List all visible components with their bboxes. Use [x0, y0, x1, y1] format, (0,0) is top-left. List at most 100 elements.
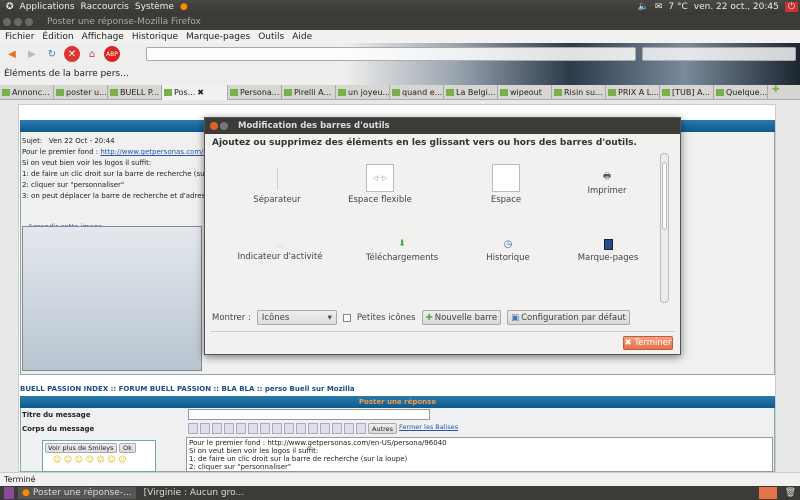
- palette-item-space[interactable]: Espace: [451, 164, 561, 205]
- menu-edit[interactable]: Édition: [42, 32, 73, 42]
- menu-file[interactable]: Fichier: [5, 32, 34, 42]
- close-tab-icon[interactable]: ✖: [197, 88, 204, 97]
- smiley-icons[interactable]: ☺ ☺ ☺ ☺ ☺ ☺ ☺: [53, 455, 155, 464]
- smileys-select[interactable]: Voir plus de Smileys: [45, 443, 117, 453]
- close-window-button[interactable]: [3, 18, 11, 26]
- tab[interactable]: Persona...: [228, 85, 282, 100]
- small-icons-checkbox[interactable]: [342, 313, 351, 322]
- flexible-space-icon: ◁··▷: [366, 164, 394, 192]
- post-link[interactable]: http://www.getpersonas.com/en-US/persona…: [100, 148, 212, 156]
- post-screenshot-image[interactable]: [22, 226, 202, 371]
- tab[interactable]: Quelque...: [714, 85, 768, 100]
- menu-applications[interactable]: Applications: [20, 2, 75, 12]
- weather-temperature[interactable]: 7 °C: [668, 2, 687, 12]
- underline-button[interactable]: [212, 423, 222, 434]
- breadcrumb[interactable]: BUELL PASSION INDEX :: FORUM BUELL PASSI…: [20, 385, 355, 393]
- palette-item-activity[interactable]: ◌ Indicateur d'activité: [225, 241, 335, 262]
- tab[interactable]: [TUB] A...: [660, 85, 714, 100]
- image-button[interactable]: [344, 423, 354, 434]
- back-arrow-icon[interactable]: ◀: [4, 46, 20, 62]
- show-desktop-icon[interactable]: [4, 487, 14, 499]
- workspace-switcher[interactable]: [758, 487, 777, 499]
- palette-item-flexible-space[interactable]: ◁··▷ Espace flexible: [325, 164, 435, 205]
- ubuntu-logo-icon[interactable]: ✪: [6, 2, 14, 12]
- forum-favicon-icon: [716, 89, 724, 96]
- smileys-ok-button[interactable]: Ok: [119, 443, 136, 453]
- italic-button[interactable]: [200, 423, 210, 434]
- others-button[interactable]: Autres: [368, 423, 398, 434]
- scrollbar-thumb[interactable]: [662, 162, 667, 230]
- tab[interactable]: Pirelli A...: [282, 85, 336, 100]
- bookmarks-toolbar: Éléments de la barre pers...: [0, 66, 800, 82]
- link-button[interactable]: [356, 423, 366, 434]
- align-left-button[interactable]: [236, 423, 246, 434]
- menu-shortcuts[interactable]: Raccourcis: [81, 2, 129, 12]
- menu-tools[interactable]: Outils: [258, 32, 284, 42]
- close-tags-link[interactable]: Fermer les Balises: [399, 423, 458, 435]
- hr-button[interactable]: [308, 423, 318, 434]
- palette-item-separator[interactable]: Séparateur: [222, 166, 332, 205]
- palette-item-bookmarks[interactable]: Marque-pages: [553, 238, 663, 263]
- reload-icon[interactable]: ↻: [44, 46, 60, 62]
- tab[interactable]: Annonc...: [0, 85, 54, 100]
- code-button[interactable]: [332, 423, 342, 434]
- tab[interactable]: Pos... ✖: [162, 85, 228, 100]
- list-button[interactable]: [284, 423, 294, 434]
- separator-icon: [276, 168, 278, 190]
- ordered-list-button[interactable]: [296, 423, 306, 434]
- tab[interactable]: poster u...: [54, 85, 108, 100]
- clock[interactable]: ven. 22 oct., 20:45: [694, 2, 779, 12]
- align-center-button[interactable]: [248, 423, 258, 434]
- palette-item-print[interactable]: 🖶 Imprimer: [552, 172, 662, 196]
- home-icon[interactable]: ⌂: [84, 46, 100, 62]
- message-textarea[interactable]: Pour le premier fond : http://www.getper…: [186, 437, 773, 472]
- adblock-icon[interactable]: ABP: [104, 46, 120, 62]
- firefox-launcher-icon[interactable]: ●: [180, 2, 188, 12]
- url-bar[interactable]: [146, 47, 636, 61]
- tab[interactable]: quand e...: [390, 85, 444, 100]
- show-select[interactable]: Icônes ▾: [256, 310, 337, 325]
- menu-view[interactable]: Affichage: [82, 32, 124, 42]
- minimize-window-button[interactable]: [14, 18, 22, 26]
- menu-bookmarks[interactable]: Marque-pages: [186, 32, 250, 42]
- mail-icon[interactable]: ✉: [655, 2, 663, 12]
- dialog-options: Montrer : Icônes ▾ Petites icônes ✚ Nouvel…: [212, 310, 630, 325]
- tab[interactable]: un joyeu...: [336, 85, 390, 100]
- done-button[interactable]: ✖ Terminer: [623, 336, 673, 350]
- menu-help[interactable]: Aide: [292, 32, 312, 42]
- trash-icon[interactable]: 🗑: [781, 487, 800, 499]
- new-toolbar-button[interactable]: ✚ Nouvelle barre: [421, 310, 502, 325]
- menu-history[interactable]: Historique: [132, 32, 178, 42]
- strike-button[interactable]: [224, 423, 234, 434]
- dialog-minimize-button[interactable]: [220, 122, 228, 130]
- search-bar[interactable]: [642, 47, 796, 61]
- stop-icon[interactable]: ✕: [64, 46, 80, 62]
- item-label: Historique: [486, 253, 530, 263]
- taskbar-chat[interactable]: [Virginie : Aucun gro...: [140, 487, 248, 499]
- quote-button[interactable]: [320, 423, 330, 434]
- menu-system[interactable]: Système: [135, 2, 174, 12]
- justify-button[interactable]: [272, 423, 282, 434]
- new-tab-button[interactable]: ✚: [768, 85, 784, 99]
- volume-icon[interactable]: 🔈: [638, 2, 649, 12]
- dialog-close-button[interactable]: [210, 122, 218, 130]
- tab[interactable]: Risin su...: [552, 85, 606, 100]
- taskbar-firefox[interactable]: ● Poster une réponse-...: [18, 487, 136, 499]
- item-label: Espace: [490, 195, 522, 205]
- small-icons-label[interactable]: Petites icônes: [357, 313, 416, 323]
- bookmarks-item[interactable]: Éléments de la barre pers...: [4, 69, 129, 79]
- tab[interactable]: PRIX A L...: [606, 85, 660, 100]
- tab[interactable]: BUELL P...: [108, 85, 162, 100]
- power-icon[interactable]: ⏻: [784, 2, 798, 12]
- palette-scrollbar[interactable]: [660, 153, 669, 303]
- bold-button[interactable]: [188, 423, 198, 434]
- palette-item-history[interactable]: ◷ Historique: [453, 238, 563, 264]
- tab[interactable]: La Belgi...: [444, 85, 498, 100]
- palette-item-downloads[interactable]: ⬇ Téléchargements: [347, 238, 457, 263]
- maximize-window-button[interactable]: [25, 18, 33, 26]
- title-input[interactable]: [188, 409, 430, 420]
- restore-default-button[interactable]: ▣ Configuration par défaut: [507, 310, 630, 325]
- tab[interactable]: wipeout: [498, 85, 552, 100]
- align-right-button[interactable]: [260, 423, 270, 434]
- forward-arrow-icon[interactable]: ▶: [24, 46, 40, 62]
